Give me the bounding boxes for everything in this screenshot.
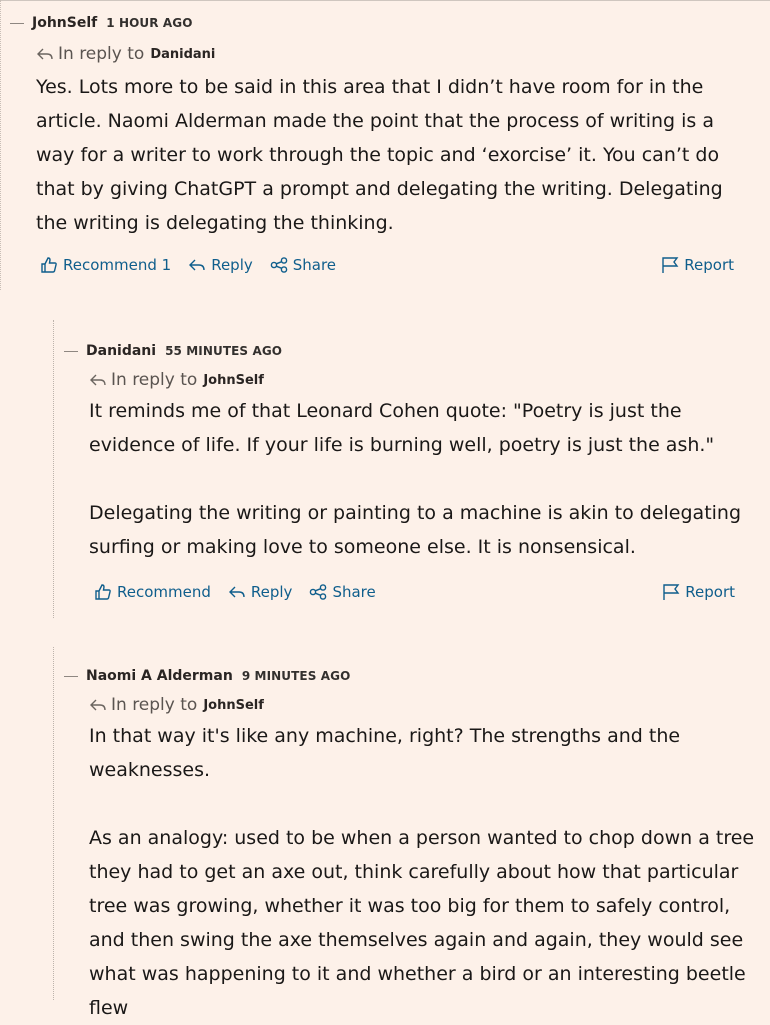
comment-paragraph: It reminds me of that Leonard Cohen quot… bbox=[89, 400, 715, 456]
comment-body: Yes. Lots more to be said in this area t… bbox=[36, 70, 756, 240]
comment-actions: Recommend 1 Reply Share Report bbox=[40, 253, 770, 277]
divider bbox=[64, 675, 78, 677]
comment-author[interactable]: JohnSelf bbox=[32, 15, 97, 31]
in-reply-to-author[interactable]: Danidani bbox=[150, 47, 215, 62]
in-reply-to[interactable]: In reply to JohnSelf bbox=[89, 692, 770, 718]
thumbs-up-icon bbox=[95, 584, 111, 600]
report-label: Report bbox=[685, 583, 735, 601]
comment-actions: Recommend Reply Share Report bbox=[94, 580, 770, 604]
comment-timestamp: 9 MINUTES AGO bbox=[241, 669, 351, 683]
comment-timestamp: 1 HOUR AGO bbox=[106, 16, 193, 30]
flag-icon bbox=[662, 257, 679, 273]
share-icon bbox=[270, 257, 288, 273]
in-reply-to-label: In reply to bbox=[111, 695, 198, 715]
in-reply-to[interactable]: In reply to JohnSelf bbox=[89, 367, 770, 393]
recommend-label: Recommend 1 bbox=[63, 256, 172, 274]
comment-author[interactable]: Danidani bbox=[86, 343, 156, 359]
in-reply-to[interactable]: In reply to Danidani bbox=[36, 41, 770, 67]
share-icon bbox=[310, 584, 327, 600]
report-button[interactable]: Report bbox=[661, 256, 734, 274]
comment-timestamp: 55 MINUTES AGO bbox=[165, 344, 283, 358]
reply-button[interactable]: Reply bbox=[188, 256, 253, 274]
divider bbox=[64, 350, 78, 352]
in-reply-to-author[interactable]: JohnSelf bbox=[203, 373, 264, 388]
comment: JohnSelf 1 HOUR AGO In reply to Danidani… bbox=[0, 10, 770, 277]
comment-meta: Naomi A Alderman 9 MINUTES AGO bbox=[54, 663, 770, 689]
comment-paragraph: As an analogy: used to be when a person … bbox=[89, 827, 755, 1019]
comment-paragraph: Delegating the writing or painting to a … bbox=[89, 502, 742, 558]
comment-meta: Danidani 55 MINUTES AGO bbox=[54, 338, 770, 364]
share-button[interactable]: Share bbox=[309, 583, 376, 601]
reply-icon bbox=[228, 586, 245, 598]
share-label: Share bbox=[292, 256, 337, 274]
in-reply-to-author[interactable]: JohnSelf bbox=[203, 698, 264, 713]
comments-page: JohnSelf 1 HOUR AGO In reply to Danidani… bbox=[0, 0, 770, 1019]
flag-icon bbox=[663, 584, 680, 600]
comment-author[interactable]: Naomi A Alderman bbox=[86, 668, 233, 684]
reply-arrow-icon bbox=[90, 699, 106, 711]
comment-meta: JohnSelf 1 HOUR AGO bbox=[0, 10, 770, 36]
in-reply-to-label: In reply to bbox=[58, 44, 145, 64]
reply-label: Reply bbox=[211, 256, 253, 274]
reply-button[interactable]: Reply bbox=[228, 583, 293, 601]
share-label: Share bbox=[332, 583, 376, 601]
comment-reply: Naomi A Alderman 9 MINUTES AGO In reply … bbox=[53, 647, 770, 1019]
top-divider bbox=[0, 0, 770, 1]
report-button[interactable]: Report bbox=[662, 583, 735, 601]
reply-icon bbox=[189, 259, 205, 271]
comment-paragraph: In that way it's like any machine, right… bbox=[89, 725, 681, 781]
recommend-button[interactable]: Recommend 1 bbox=[40, 256, 171, 274]
report-label: Report bbox=[684, 256, 734, 274]
reply-arrow-icon bbox=[37, 48, 53, 60]
comment-body: It reminds me of that Leonard Cohen quot… bbox=[89, 394, 757, 564]
comment-reply: Danidani 55 MINUTES AGO In reply to John… bbox=[53, 320, 770, 618]
thumbs-up-icon bbox=[41, 257, 57, 273]
reply-arrow-icon bbox=[90, 374, 106, 386]
comment-body: In that way it's like any machine, right… bbox=[89, 719, 757, 1025]
share-button[interactable]: Share bbox=[270, 256, 336, 274]
recommend-label: Recommend bbox=[117, 583, 211, 601]
in-reply-to-label: In reply to bbox=[111, 370, 198, 390]
reply-label: Reply bbox=[250, 583, 293, 601]
comment-paragraph: Yes. Lots more to be said in this area t… bbox=[36, 76, 723, 234]
recommend-button[interactable]: Recommend bbox=[94, 583, 211, 601]
divider bbox=[10, 22, 24, 24]
